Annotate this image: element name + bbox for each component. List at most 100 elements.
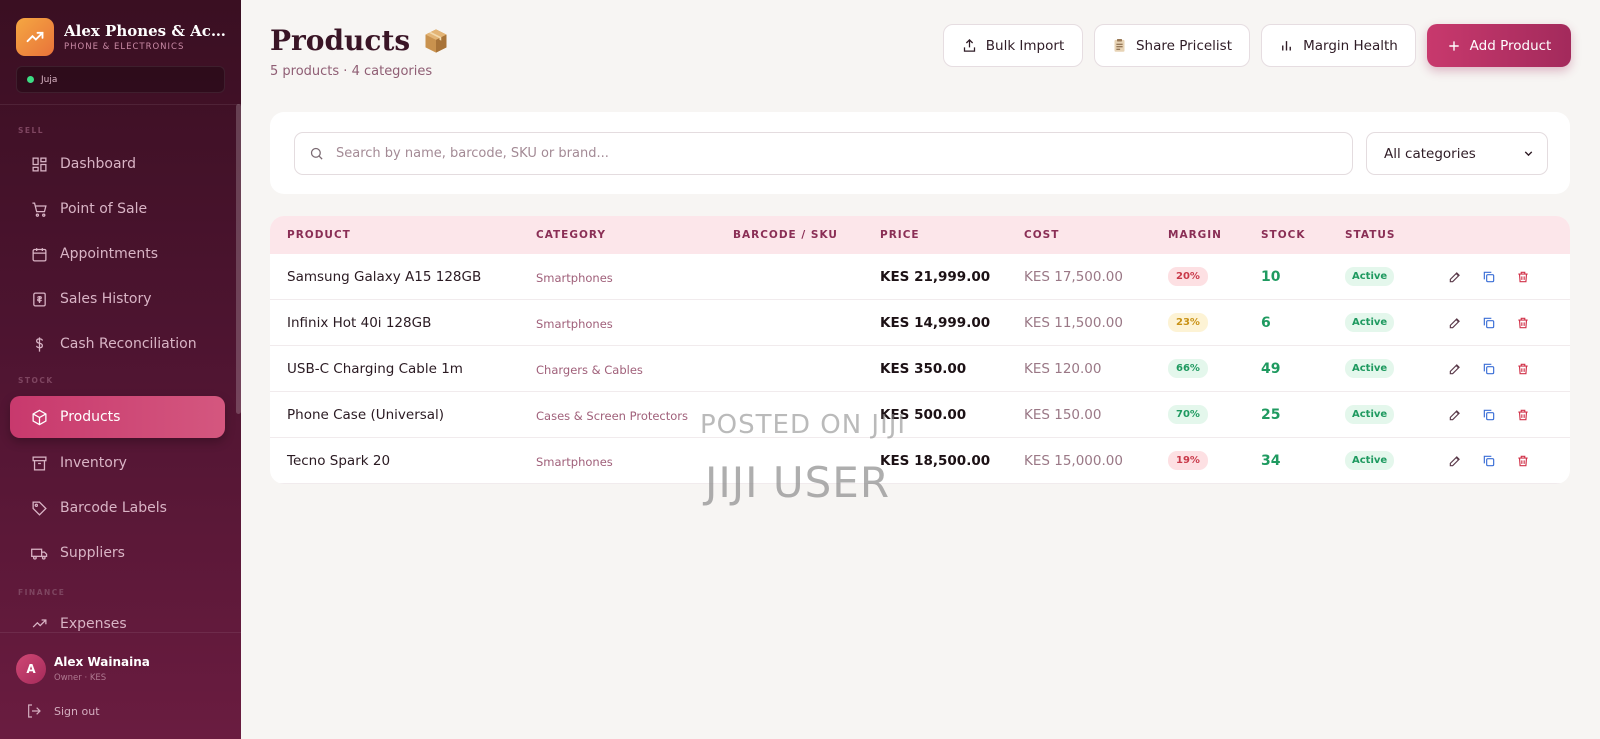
avatar[interactable]: A (16, 654, 46, 684)
sidebar-item-label: Inventory (60, 455, 127, 471)
page-subtitle: 5 products · 4 categories (270, 64, 433, 79)
trash-icon[interactable] (1514, 360, 1532, 378)
sidebar-item-expenses[interactable]: Expenses (10, 606, 225, 632)
receipt-icon (30, 290, 48, 308)
dollar-icon (30, 335, 48, 353)
status-badge: Active (1345, 451, 1395, 470)
trash-icon[interactable] (1514, 406, 1532, 424)
margin-badge: 20% (1168, 267, 1208, 286)
copy-icon[interactable] (1480, 360, 1498, 378)
product-name[interactable]: Samsung Galaxy A15 128GB (287, 269, 481, 285)
package-icon (422, 27, 450, 55)
brand-subtitle: PHONE & ELECTRONICS (64, 42, 185, 52)
sidebar-item-label: Products (60, 409, 121, 425)
margin-health-label: Margin Health (1303, 37, 1398, 54)
plus-icon (1447, 39, 1461, 53)
trash-icon[interactable] (1514, 314, 1532, 332)
bulk-import-button[interactable]: Bulk Import (943, 24, 1083, 67)
sidebar-item-cash-reconciliation[interactable]: Cash Reconciliation (10, 323, 225, 365)
share-pricelist-label: Share Pricelist (1135, 37, 1232, 54)
product-name[interactable]: USB-C Charging Cable 1m (287, 361, 463, 377)
row-actions (1446, 406, 1548, 424)
product-cost: KES 17,500.00 (1024, 269, 1123, 285)
product-price: KES 14,999.00 (880, 315, 991, 331)
column-header-status[interactable]: STATUS (1345, 229, 1395, 241)
sidebar-item-products[interactable]: Products (10, 396, 225, 438)
margin-badge: 19% (1168, 451, 1208, 470)
product-price: KES 18,500.00 (880, 453, 991, 469)
cart-icon (30, 200, 48, 218)
add-product-button[interactable]: Add Product (1427, 24, 1571, 67)
column-header-stock[interactable]: STOCK (1261, 229, 1306, 241)
product-cost: KES 15,000.00 (1024, 453, 1123, 469)
trash-icon[interactable] (1514, 452, 1532, 470)
table-row[interactable]: Tecno Spark 20 Smartphones KES 18,500.00 KE… (270, 438, 1570, 484)
sidebar-item-inventory[interactable]: Inventory (10, 442, 225, 484)
sidebar-item-suppliers[interactable]: Suppliers (10, 532, 225, 574)
sidebar-item-appointments[interactable]: Appointments (10, 233, 225, 275)
product-stock: 25 (1261, 407, 1281, 423)
edit-icon[interactable] (1446, 360, 1464, 378)
category-select[interactable]: All categories (1366, 132, 1548, 175)
edit-icon[interactable] (1446, 406, 1464, 424)
search-icon (309, 146, 324, 161)
search-input[interactable] (336, 146, 1316, 161)
row-actions (1446, 314, 1548, 332)
column-header-product[interactable]: PRODUCT (287, 229, 351, 241)
margin-health-button[interactable]: Margin Health (1261, 24, 1416, 67)
user-name: Alex Wainaina (54, 655, 150, 669)
edit-icon[interactable] (1446, 268, 1464, 286)
sidebar-item-barcode-labels[interactable]: Barcode Labels (10, 487, 225, 529)
table-row[interactable]: Infinix Hot 40i 128GB Smartphones KES 14,9… (270, 300, 1570, 346)
products-table: PRODUCT CATEGORY BARCODE / SKU PRICE COS… (270, 216, 1570, 484)
row-actions (1446, 360, 1548, 378)
brand[interactable]: Alex Phones & Accessories PHONE & ELECTR… (16, 18, 231, 56)
product-cost: KES 120.00 (1024, 361, 1102, 377)
edit-icon[interactable] (1446, 314, 1464, 332)
product-name[interactable]: Infinix Hot 40i 128GB (287, 315, 431, 331)
branch-selector[interactable]: Juja (16, 66, 225, 93)
product-stock: 10 (1261, 269, 1281, 285)
column-header-category[interactable]: CATEGORY (536, 229, 606, 241)
table-row[interactable]: Samsung Galaxy A15 128GB Smartphones KES 2… (270, 254, 1570, 300)
dashboard-icon (30, 155, 48, 173)
product-name[interactable]: Phone Case (Universal) (287, 407, 444, 423)
column-header-price[interactable]: PRICE (880, 229, 920, 241)
sidebar-item-label: Point of Sale (60, 201, 148, 217)
column-header-cost[interactable]: COST (1024, 229, 1059, 241)
product-stock: 49 (1261, 361, 1281, 377)
column-header-margin[interactable]: MARGIN (1168, 229, 1222, 241)
truck-icon (30, 544, 48, 562)
category-select-value: All categories (1384, 145, 1476, 162)
divider (0, 104, 241, 105)
table-row[interactable]: Phone Case (Universal) Cases & Screen Pro… (270, 392, 1570, 438)
product-cost: KES 150.00 (1024, 407, 1102, 423)
user-role: Owner · KES (54, 673, 107, 683)
sidebar-item-sales-history[interactable]: Sales History (10, 278, 225, 320)
sign-out-button[interactable]: Sign out (26, 703, 100, 719)
product-category: Smartphones (536, 317, 613, 331)
column-header-barcode-sku[interactable]: BARCODE / SKU (733, 229, 838, 241)
brand-name: Alex Phones & Accessories (64, 22, 226, 40)
product-stock: 6 (1261, 315, 1271, 331)
margin-badge: 66% (1168, 359, 1208, 378)
share-pricelist-button[interactable]: Share Pricelist (1094, 24, 1250, 67)
sidebar-scrollbar[interactable] (236, 104, 241, 414)
edit-icon[interactable] (1446, 452, 1464, 470)
copy-icon[interactable] (1480, 452, 1498, 470)
table-row[interactable]: USB-C Charging Cable 1m Chargers & Cables… (270, 346, 1570, 392)
chevron-down-icon (1522, 147, 1535, 160)
tag-icon (30, 499, 48, 517)
product-name[interactable]: Tecno Spark 20 (287, 453, 390, 469)
trash-icon[interactable] (1514, 268, 1532, 286)
copy-icon[interactable] (1480, 314, 1498, 332)
margin-badge: 70% (1168, 405, 1208, 424)
sidebar-item-label: Cash Reconciliation (60, 336, 197, 352)
sidebar-item-dashboard[interactable]: Dashboard (10, 143, 225, 185)
status-badge: Active (1345, 313, 1395, 332)
search-box[interactable] (294, 132, 1353, 175)
sidebar-item-point-of-sale[interactable]: Point of Sale (10, 188, 225, 230)
copy-icon[interactable] (1480, 268, 1498, 286)
copy-icon[interactable] (1480, 406, 1498, 424)
status-dot (27, 76, 34, 83)
